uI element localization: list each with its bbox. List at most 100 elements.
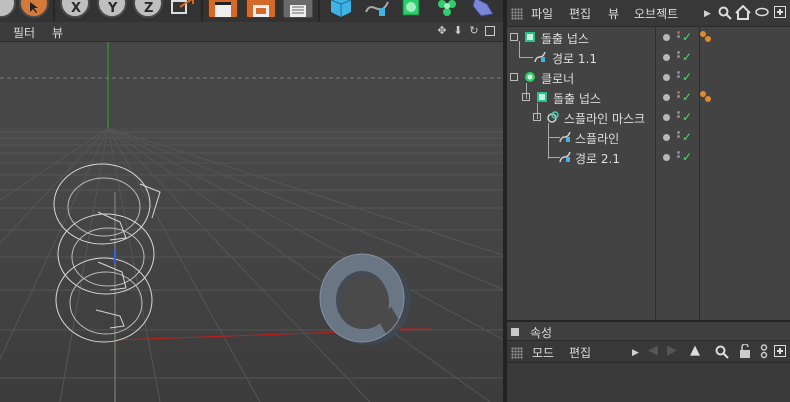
object-row-extrude-1[interactable]: 돌출 넙스 xyxy=(507,27,655,47)
clapper-icon xyxy=(215,2,231,17)
back-arrow-icon[interactable]: ◀ xyxy=(648,344,658,358)
layer-dot[interactable] xyxy=(663,54,670,61)
object-row-cloner[interactable]: 클로너 xyxy=(507,67,655,87)
spline-icon xyxy=(534,51,546,63)
3d-viewport[interactable]: 필터 뷰 ✥ ⬇ ↻ xyxy=(0,22,503,402)
rotate-view-icon[interactable]: ↻ xyxy=(468,25,480,37)
cube-object-button[interactable] xyxy=(326,0,356,20)
render-settings-button[interactable] xyxy=(283,0,313,18)
object-row-path-2-1[interactable]: 경로 2.1 xyxy=(507,147,655,167)
visibility-toggle[interactable] xyxy=(677,71,681,82)
layer-dot[interactable] xyxy=(663,74,670,81)
viewport-view-menu[interactable]: 뷰 xyxy=(52,24,63,41)
undo-button[interactable] xyxy=(0,0,16,18)
object-label: 경로 2.1 xyxy=(575,152,620,166)
nurbs-button[interactable] xyxy=(397,0,427,20)
om-objects-menu[interactable]: 오브젝트 xyxy=(634,5,678,22)
am-mode-menu[interactable]: 모드 xyxy=(532,344,554,361)
viewport-filter-menu[interactable]: 필터 xyxy=(13,24,35,41)
select-tool-button[interactable] xyxy=(19,0,49,18)
spline-icon xyxy=(559,131,571,143)
visibility-toggle[interactable] xyxy=(677,151,681,162)
fold-toggle[interactable] xyxy=(510,73,518,81)
layer-dot[interactable] xyxy=(663,134,670,141)
clapper-icon xyxy=(253,5,269,17)
object-row-spline[interactable]: 스플라인 xyxy=(507,127,655,147)
z-axis-lock-button[interactable]: Z xyxy=(133,0,163,18)
object-row-spline-mask[interactable]: 스플라인 마스크 xyxy=(507,107,655,127)
object-tags-column xyxy=(700,27,790,320)
visibility-toggle[interactable] xyxy=(677,51,681,62)
enabled-check-icon[interactable]: ✓ xyxy=(682,151,692,163)
layer-dot[interactable] xyxy=(663,114,670,121)
svg-text:X: X xyxy=(71,2,81,14)
object-label: 돌출 넙스 xyxy=(553,92,601,106)
new-window-icon[interactable] xyxy=(774,345,786,357)
viewport-canvas xyxy=(0,42,503,402)
visibility-toggle[interactable] xyxy=(677,111,681,122)
clapper-icon xyxy=(290,5,306,17)
menu-arrow-icon[interactable]: ▶ xyxy=(704,7,711,21)
spline-pen-button[interactable] xyxy=(362,0,392,20)
visibility-toggle[interactable] xyxy=(677,131,681,142)
layer-dot[interactable] xyxy=(663,154,670,161)
visibility-toggle[interactable] xyxy=(677,31,681,42)
deformer-button[interactable] xyxy=(467,0,497,20)
move-view-icon[interactable]: ✥ xyxy=(436,25,448,37)
phong-tag-icon[interactable] xyxy=(700,91,714,103)
menu-arrow-icon[interactable]: ▶ xyxy=(632,346,639,360)
spline-icon xyxy=(559,151,571,163)
pen-icon xyxy=(365,1,389,16)
om-file-menu[interactable]: 파일 xyxy=(531,5,553,22)
attribute-manager-title: 속성 xyxy=(530,326,553,340)
render-region-button[interactable] xyxy=(246,0,276,18)
home-icon[interactable] xyxy=(735,5,751,20)
grip-icon[interactable] xyxy=(511,8,523,20)
cloner-icon xyxy=(438,0,456,16)
y-axis-lock-button[interactable]: Y xyxy=(97,0,127,18)
forward-arrow-icon[interactable]: ▶ xyxy=(667,344,677,358)
enabled-check-icon[interactable]: ✓ xyxy=(682,31,692,43)
fold-toggle[interactable] xyxy=(522,93,530,101)
object-manager: 파일 편집 뷰 오브젝트 ▶ 돌출 넙스 경로 1.1 클로너 돌출 넙스 스플… xyxy=(507,0,790,320)
x-axis-lock-button[interactable]: X xyxy=(60,0,90,18)
fold-toggle[interactable] xyxy=(533,113,541,121)
am-edit-menu[interactable]: 편집 xyxy=(569,344,591,361)
reference-icon[interactable] xyxy=(760,344,768,359)
spline-mask-icon xyxy=(547,111,559,123)
svg-text:Y: Y xyxy=(107,2,118,14)
visibility-toggle[interactable] xyxy=(677,91,681,102)
new-window-icon[interactable] xyxy=(774,6,786,18)
search-icon[interactable] xyxy=(718,6,732,20)
om-view-menu[interactable]: 뷰 xyxy=(608,5,619,22)
layer-dot[interactable] xyxy=(663,34,670,41)
search-icon[interactable] xyxy=(715,345,729,359)
object-row-path-1-1[interactable]: 경로 1.1 xyxy=(507,47,655,67)
grip-icon[interactable] xyxy=(511,347,523,359)
extrude-nurbs-icon xyxy=(537,92,547,102)
viewport-menubar: 필터 뷰 ✥ ⬇ ↻ xyxy=(0,22,503,42)
z-axis-icon: Z xyxy=(144,2,153,14)
enabled-check-icon[interactable]: ✓ xyxy=(682,51,692,63)
coordinate-system-button[interactable] xyxy=(170,0,198,18)
layer-dot[interactable] xyxy=(663,94,670,101)
deformer-icon xyxy=(472,0,494,17)
render-view-button[interactable] xyxy=(208,0,238,18)
up-arrow-icon[interactable]: ▲ xyxy=(690,344,700,358)
enabled-check-icon[interactable]: ✓ xyxy=(682,71,692,83)
panel-icon[interactable] xyxy=(511,328,519,336)
fold-toggle[interactable] xyxy=(510,33,518,41)
enabled-check-icon[interactable]: ✓ xyxy=(682,131,692,143)
enabled-check-icon[interactable]: ✓ xyxy=(682,111,692,123)
maximize-view-icon[interactable] xyxy=(485,26,495,36)
om-edit-menu[interactable]: 편집 xyxy=(569,5,591,22)
enabled-check-icon[interactable]: ✓ xyxy=(682,91,692,103)
cloner-icon xyxy=(525,72,535,82)
eye-icon[interactable] xyxy=(755,7,769,17)
lock-icon[interactable] xyxy=(739,344,751,358)
attribute-manager: 속성 모드 편집 ▶ ◀ ▶ ▲ xyxy=(507,320,790,402)
dolly-view-icon[interactable]: ⬇ xyxy=(452,25,464,37)
phong-tag-icon[interactable] xyxy=(700,31,714,43)
object-row-extrude-2[interactable]: 돌출 넙스 xyxy=(507,87,655,107)
mograph-button[interactable] xyxy=(432,0,462,20)
